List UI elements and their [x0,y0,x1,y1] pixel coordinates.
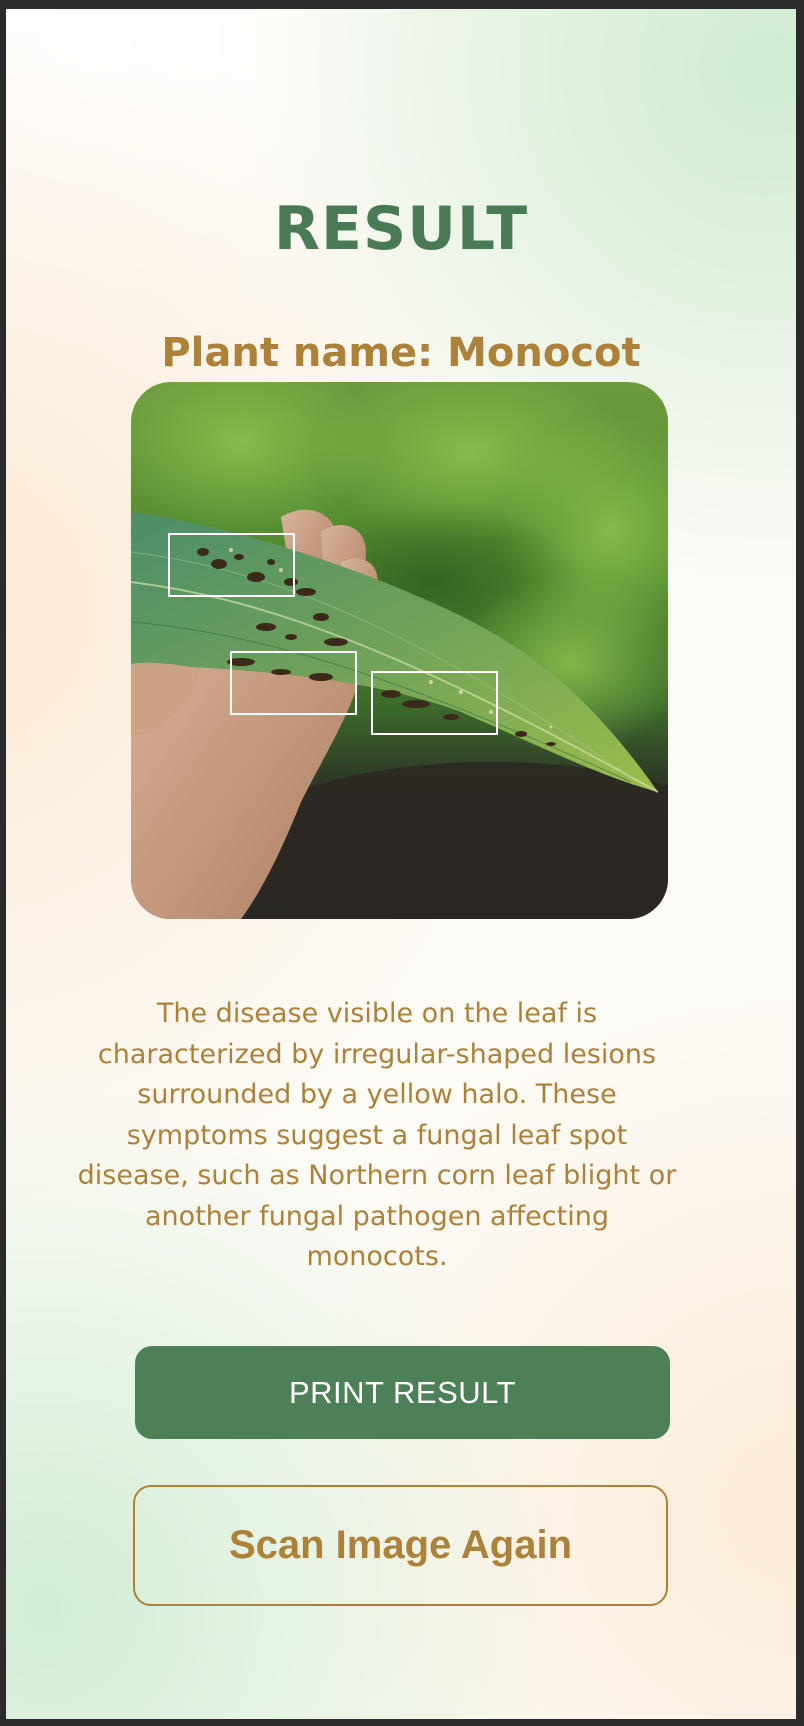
result-screen: RESULT Plant name: Monocot The disease v… [6,9,796,1719]
scan-image-again-button[interactable]: Scan Image Again [133,1485,668,1606]
page-title: RESULT [273,194,529,264]
plant-name-value: Monocot [447,330,641,376]
plant-name-heading: Plant name: Monocot [6,327,796,379]
plant-name-label: Plant name: [161,330,434,376]
analyzed-leaf-image [131,382,668,919]
leaf-photo [131,382,668,919]
device-frame: RESULT Plant name: Monocot The disease v… [0,0,804,1726]
diagnosis-description: The disease visible on the leaf is chara… [77,998,677,1272]
print-result-button[interactable]: PRINT RESULT [135,1346,670,1439]
